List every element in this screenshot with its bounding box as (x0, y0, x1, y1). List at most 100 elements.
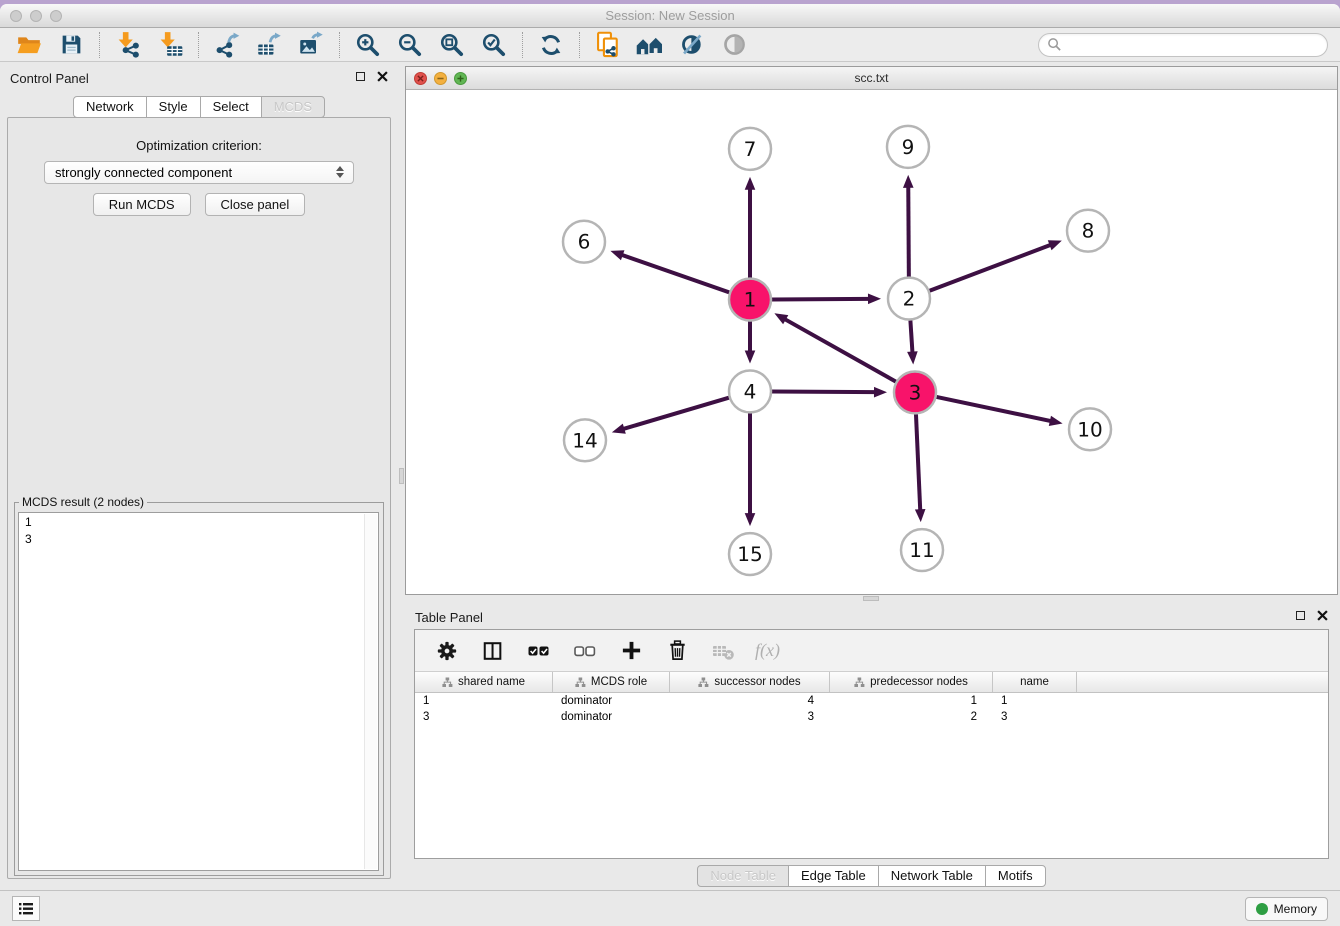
export-network-button[interactable] (212, 30, 242, 60)
float-panel-icon[interactable] (356, 72, 365, 81)
import-network-button[interactable] (113, 30, 143, 60)
window-title: Session: New Session (0, 8, 1340, 23)
select-all-columns-button[interactable] (525, 637, 553, 665)
task-history-button[interactable] (12, 896, 40, 921)
float-panel-icon[interactable] (1296, 611, 1305, 620)
delete-table-button[interactable] (709, 637, 737, 665)
export-image-button[interactable] (296, 30, 326, 60)
graph-edge-2-8[interactable] (930, 245, 1051, 291)
cell-name[interactable]: 1 (993, 695, 1077, 707)
open-folder-icon (16, 32, 42, 58)
function-builder-button[interactable]: f(x) (755, 637, 780, 665)
create-column-button[interactable] (617, 637, 645, 665)
table-row[interactable]: 1dominator411 (415, 693, 1328, 709)
vertical-splitter[interactable] (398, 63, 405, 890)
graph-edge-3-10[interactable] (937, 397, 1051, 421)
plus-icon (620, 639, 643, 662)
control-panel-tab-select[interactable]: Select (200, 96, 262, 118)
cell-predecessor-nodes[interactable]: 2 (830, 711, 993, 723)
new-network-from-selection-button[interactable] (593, 30, 623, 60)
maximize-view-button[interactable] (454, 72, 467, 85)
memory-status-icon (1256, 903, 1268, 915)
import-network-icon (115, 31, 142, 58)
table-header-row: shared nameMCDS rolesuccessor nodesprede… (415, 672, 1328, 693)
table-panel-header: Table Panel (405, 602, 1338, 632)
cell-successor-nodes[interactable]: 4 (670, 695, 830, 707)
table-toolbar: f(x) (415, 630, 1328, 672)
hide-graphics-details-button[interactable] (677, 30, 707, 60)
table-settings-button[interactable] (433, 637, 461, 665)
cell-predecessor-nodes[interactable]: 1 (830, 695, 993, 707)
zoom-out-button[interactable] (395, 30, 425, 60)
horizontal-splitter[interactable] (405, 595, 1338, 602)
search-icon (1047, 37, 1062, 52)
column-type-icon (854, 677, 865, 688)
graph-edge-3-11[interactable] (916, 414, 920, 510)
mcds-result-text[interactable]: 13 (18, 512, 379, 871)
unselect-all-columns-button[interactable] (571, 637, 599, 665)
import-table-button[interactable] (155, 30, 185, 60)
control-panel-tab-mcds[interactable]: MCDS (261, 96, 325, 118)
zoom-in-button[interactable] (353, 30, 383, 60)
graph-edge-4-3[interactable] (772, 392, 875, 393)
table-tab-motifs[interactable]: Motifs (985, 865, 1046, 887)
export-table-button[interactable] (254, 30, 284, 60)
column-header-predecessor-nodes[interactable]: predecessor nodes (830, 672, 993, 692)
cell-mcds-role[interactable]: dominator (553, 695, 670, 707)
close-panel-button[interactable]: Close panel (205, 193, 306, 216)
column-header-shared-name[interactable]: shared name (415, 672, 553, 692)
cell-shared-name[interactable]: 3 (415, 711, 553, 723)
uncheck-all-icon (573, 639, 597, 663)
close-view-button[interactable] (414, 72, 427, 85)
graph-edge-2-9[interactable] (908, 187, 909, 277)
open-session-button[interactable] (14, 30, 44, 60)
graph-edge-3-1[interactable] (785, 319, 896, 381)
graph-edge-1-6[interactable] (622, 255, 729, 292)
close-panel-icon[interactable] (1317, 610, 1328, 621)
column-header-mcds-role[interactable]: MCDS role (553, 672, 670, 692)
splitter-grip[interactable] (399, 468, 404, 484)
app-window: Session: New Session (0, 0, 1340, 926)
column-header-name[interactable]: name (993, 672, 1077, 692)
first-neighbors-button[interactable] (635, 30, 665, 60)
show-graphics-details-button[interactable] (719, 30, 749, 60)
table-tab-edge-table[interactable]: Edge Table (788, 865, 879, 887)
table-row[interactable]: 3dominator323 (415, 709, 1328, 725)
cell-mcds-role[interactable]: dominator (553, 711, 670, 723)
column-header-successor-nodes[interactable]: successor nodes (670, 672, 830, 692)
show-columns-button[interactable] (479, 637, 507, 665)
table-tab-network-table[interactable]: Network Table (878, 865, 986, 887)
criterion-value: strongly connected component (55, 165, 232, 180)
run-mcds-button[interactable]: Run MCDS (93, 193, 191, 216)
table-tab-node-table[interactable]: Node Table (697, 865, 789, 887)
graph-edge-4-14[interactable] (623, 398, 729, 429)
graph-edge-arrow (745, 177, 756, 190)
control-panel-tab-network[interactable]: Network (73, 96, 147, 118)
cell-shared-name[interactable]: 1 (415, 695, 553, 707)
delete-columns-button[interactable] (663, 637, 691, 665)
criterion-select[interactable]: strongly connected component (44, 161, 354, 184)
graph-node-label: 6 (578, 230, 591, 254)
search-input[interactable] (1067, 38, 1319, 52)
zoom-fit-icon (439, 32, 465, 58)
control-panel-tab-style[interactable]: Style (146, 96, 201, 118)
cell-name[interactable]: 3 (993, 711, 1077, 723)
graph-node-label: 1 (744, 288, 757, 312)
minimize-view-button[interactable] (434, 72, 447, 85)
graph-edge-2-3[interactable] (910, 320, 912, 352)
network-canvas[interactable]: 7968124314101511 (406, 91, 1337, 594)
close-panel-icon[interactable] (377, 71, 388, 82)
splitter-grip[interactable] (863, 596, 879, 601)
cell-successor-nodes[interactable]: 3 (670, 711, 830, 723)
zoom-fit-button[interactable] (437, 30, 467, 60)
optimization-criterion-label: Optimization criterion: (8, 138, 390, 153)
apply-preferred-layout-button[interactable] (536, 30, 566, 60)
zoom-selected-button[interactable] (479, 30, 509, 60)
zoom-selected-icon (481, 32, 507, 58)
save-session-button[interactable] (56, 30, 86, 60)
columns-icon (482, 640, 504, 662)
vertical-scrollbar[interactable] (364, 514, 377, 869)
check-all-icon (527, 639, 551, 663)
graph-edge-1-2[interactable] (772, 299, 869, 300)
memory-button[interactable]: Memory (1245, 897, 1328, 921)
